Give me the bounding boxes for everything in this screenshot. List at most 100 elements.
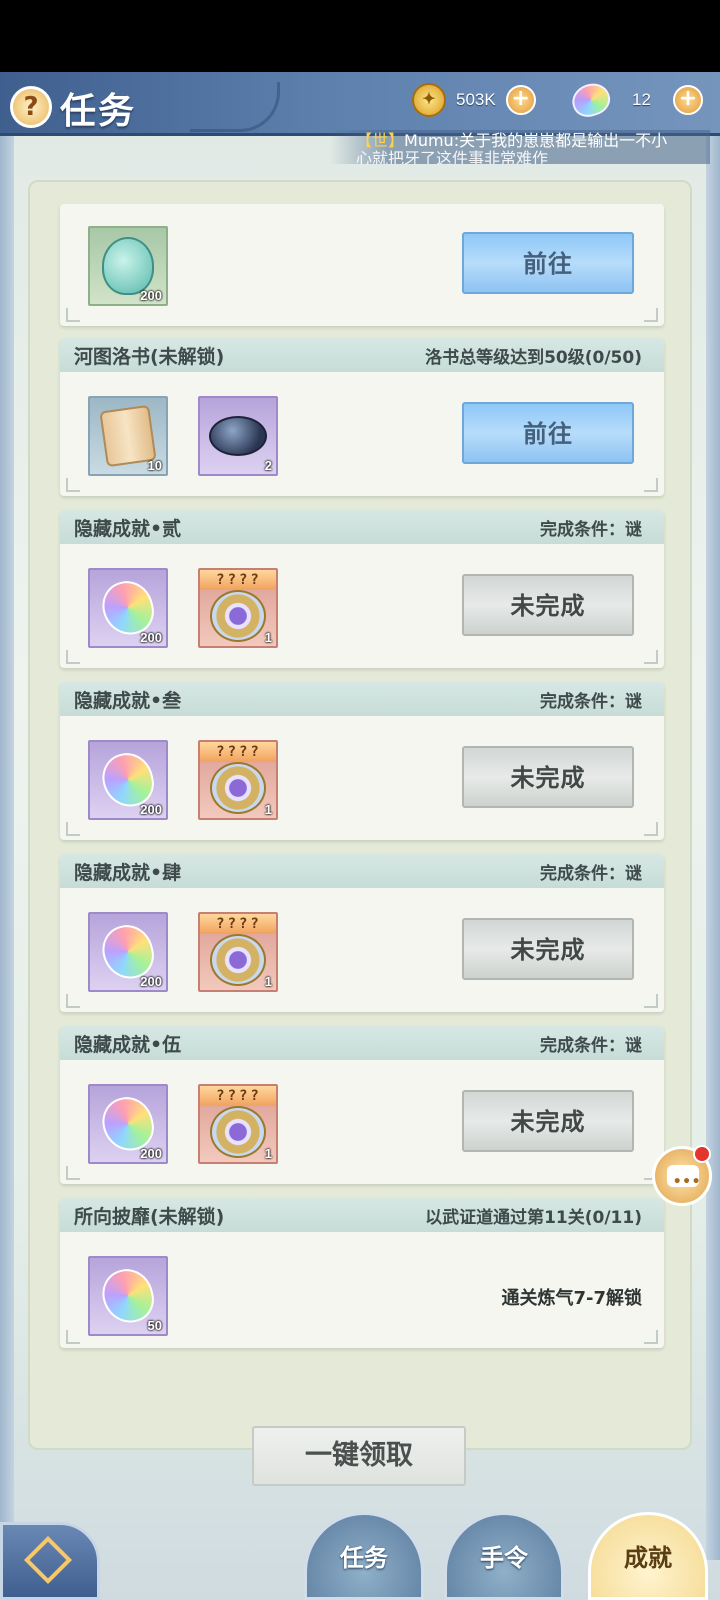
reward-count: 1 <box>264 974 272 989</box>
bottom-nav: 任务 手令 成就 <box>0 1482 720 1600</box>
achievement-card: 所向披靡(未解锁) 以武证道通过第11关(0/11) 50 通关炼气7-7解锁 <box>60 1198 664 1348</box>
quest-screen: ? 任务 ✦ 503K + 12 + 【世】Mumu:关于我的崽崽都是输出一不小… <box>0 72 720 1600</box>
cloud-ornament <box>190 82 280 132</box>
mystery-emblem-icon <box>210 934 266 986</box>
mystery-emblem-icon <box>210 1106 266 1158</box>
card-header: 隐藏成就•伍 完成条件：谜 <box>60 1026 664 1060</box>
chat-message: Mumu:关于我的崽崽都是输出一不小 <box>404 131 668 150</box>
mystery-mark: ???? <box>200 742 276 762</box>
add-gems-button[interactable]: + <box>672 85 703 115</box>
reward-item[interactable]: ???? 1 <box>198 1084 278 1164</box>
card-header: 隐藏成就•贰 完成条件：谜 <box>60 510 664 544</box>
corner-ornament <box>644 822 658 836</box>
chat-bubble-icon: ••• <box>673 1174 702 1190</box>
corner-ornament <box>66 478 80 492</box>
corner-ornament <box>66 994 80 1008</box>
incomplete-button[interactable]: 未完成 <box>462 1090 634 1152</box>
card-header: 所向披靡(未解锁) 以武证道通过第11关(0/11) <box>60 1198 664 1232</box>
reward-item[interactable]: 200 <box>88 740 168 820</box>
mystery-emblem-icon <box>210 762 266 814</box>
reward-item[interactable]: 2 <box>198 396 278 476</box>
go-button[interactable]: 前往 <box>462 232 634 294</box>
reward-count: 200 <box>140 974 162 989</box>
tab-achievements[interactable]: 成就 <box>588 1512 708 1600</box>
coin-amount: 503K <box>456 90 496 109</box>
reward-count: 1 <box>264 1146 272 1161</box>
home-button[interactable] <box>0 1522 100 1600</box>
add-coins-button[interactable]: + <box>505 85 536 115</box>
achievement-condition: 完成条件：谜 <box>540 691 642 712</box>
mystery-emblem-icon <box>210 590 266 642</box>
unlock-requirement: 通关炼气7-7解锁 <box>501 1288 642 1309</box>
corner-ornament <box>66 1166 80 1180</box>
achievement-condition: 洛书总等级达到50级(0/50) <box>425 347 642 368</box>
tab-orders[interactable]: 手令 <box>444 1512 564 1600</box>
achievement-title: 所向披靡(未解锁) <box>74 1205 225 1228</box>
achievement-card: 隐藏成就•叁 完成条件：谜 200 ???? 1 未完成 <box>60 682 664 840</box>
reward-item[interactable]: 200 <box>88 568 168 648</box>
achievement-condition: 以武证道通过第11关(0/11) <box>425 1207 642 1228</box>
incomplete-button[interactable]: 未完成 <box>462 918 634 980</box>
notification-dot <box>693 1145 711 1163</box>
reward-item[interactable]: 10 <box>88 396 168 476</box>
corner-ornament <box>66 650 80 664</box>
go-button[interactable]: 前往 <box>462 402 634 464</box>
reward-count: 2 <box>264 458 272 473</box>
jade-pendant-icon <box>102 237 154 295</box>
achievement-card: 200 前往 <box>60 204 664 326</box>
achievement-card: 隐藏成就•贰 完成条件：谜 200 ???? 1 未完成 <box>60 510 664 668</box>
corner-ornament <box>644 1330 658 1344</box>
right-frame <box>706 132 720 1560</box>
chat-button[interactable]: ••• <box>652 1145 712 1206</box>
reward-count: 200 <box>140 288 162 303</box>
reward-item[interactable]: 50 <box>88 1256 168 1336</box>
reward-item[interactable]: ???? 1 <box>198 912 278 992</box>
reward-item[interactable]: 200 <box>88 912 168 992</box>
left-frame <box>0 132 14 1560</box>
chat-message-line2: 心就把牙了这件事非常难作 <box>356 149 549 165</box>
corner-ornament <box>644 650 658 664</box>
card-header: 隐藏成就•叁 完成条件：谜 <box>60 682 664 716</box>
achievement-title: 隐藏成就•叁 <box>74 689 182 712</box>
black-stone-icon <box>209 416 267 456</box>
rainbow-gem-icon <box>567 78 615 122</box>
tab-tasks[interactable]: 任务 <box>304 1512 424 1600</box>
achievement-condition: 完成条件：谜 <box>540 1035 642 1056</box>
reward-count: 200 <box>140 630 162 645</box>
claim-all-button[interactable]: 一键领取 <box>252 1426 466 1486</box>
help-icon[interactable]: ? <box>10 86 52 128</box>
achievement-card: 河图洛书(未解锁) 洛书总等级达到50级(0/50) 10 2 前往 <box>60 338 664 496</box>
card-header: 隐藏成就•肆 完成条件：谜 <box>60 854 664 888</box>
corner-ornament <box>644 308 658 322</box>
incomplete-button[interactable]: 未完成 <box>462 574 634 636</box>
achievement-title: 隐藏成就•肆 <box>74 861 182 884</box>
reward-count: 200 <box>140 802 162 817</box>
corner-ornament <box>644 478 658 492</box>
gem-amount: 12 <box>632 90 651 109</box>
page-title: 任务 <box>60 90 137 132</box>
corner-ornament <box>66 822 80 836</box>
achievement-title: 隐藏成就•贰 <box>74 517 182 540</box>
reward-item[interactable]: ???? 1 <box>198 568 278 648</box>
mystery-mark: ???? <box>200 570 276 590</box>
achievement-panel: 200 前往 河图洛书(未解锁) 洛书总等级达到50级(0/50) 10 2 前… <box>28 180 692 1450</box>
card-header: 河图洛书(未解锁) 洛书总等级达到50级(0/50) <box>60 338 664 372</box>
reward-count: 50 <box>147 1318 162 1333</box>
reward-count: 200 <box>140 1146 162 1161</box>
reward-item[interactable]: 200 <box>88 226 168 306</box>
coin-icon: ✦ <box>412 83 446 117</box>
reward-count: 1 <box>264 802 272 817</box>
achievement-title: 隐藏成就•伍 <box>74 1033 182 1056</box>
reward-count: 1 <box>264 630 272 645</box>
header-bar: ? 任务 ✦ 503K + 12 + <box>0 72 720 136</box>
coin-counter: ✦ 503K + <box>412 82 536 118</box>
achievement-card: 隐藏成就•肆 完成条件：谜 200 ???? 1 未完成 <box>60 854 664 1012</box>
corner-ornament <box>66 308 80 322</box>
world-chat-ticker[interactable]: 【世】Mumu:关于我的崽崽都是输出一不小 心就把牙了这件事非常难作 <box>330 130 710 164</box>
incomplete-button[interactable]: 未完成 <box>462 746 634 808</box>
reward-count: 10 <box>147 458 162 473</box>
mystery-mark: ???? <box>200 914 276 934</box>
chat-channel-tag: 【世】 <box>356 131 405 150</box>
reward-item[interactable]: 200 <box>88 1084 168 1164</box>
reward-item[interactable]: ???? 1 <box>198 740 278 820</box>
